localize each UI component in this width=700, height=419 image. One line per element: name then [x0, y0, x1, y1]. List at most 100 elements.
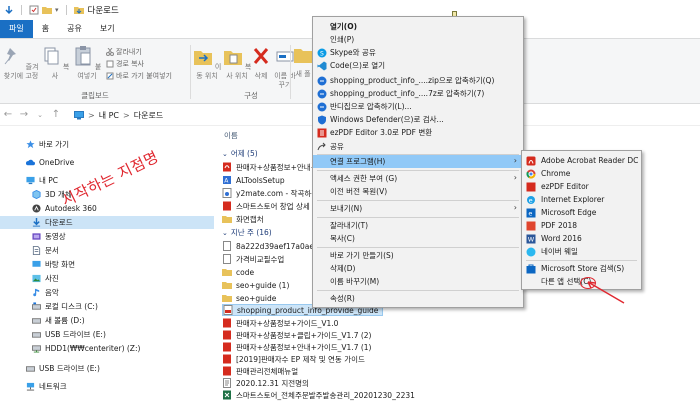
nav-usb-e-root[interactable]: USB 드라이브 (E:) [0, 362, 214, 375]
file-row[interactable]: 2020.12.31 지전명의 [222, 377, 309, 389]
file-row[interactable]: seo+guide [222, 292, 276, 304]
file-row[interactable]: A ALToolsSetup [222, 174, 285, 186]
nav-pictures[interactable]: 사진 [0, 272, 214, 285]
nav-documents[interactable]: 문서 [0, 244, 214, 257]
paste-button[interactable]: 붙여넣기 [72, 45, 102, 81]
submenu-item-edge[interactable]: e Microsoft Edge [522, 206, 641, 219]
file-row[interactable]: [2019]판매자수 EP 제작 및 연동 가이드 [222, 353, 365, 365]
submenu-item-internet-explorer[interactable]: e Internet Explorer [522, 193, 641, 206]
cut-button[interactable]: 잘라내기 [106, 47, 142, 57]
copy-button[interactable]: 복사 [40, 45, 70, 81]
submenu-label: Adobe Acrobat Reader DC [541, 156, 639, 165]
menu-label: Skype와 공유 [330, 48, 376, 57]
file-row[interactable]: 화면캡처 [222, 213, 264, 225]
autodesk-icon [32, 204, 41, 213]
properties-icon[interactable] [29, 5, 39, 15]
nav-desktop[interactable]: 바탕 화면 [0, 258, 214, 271]
submenu-item-naver-whale[interactable]: 네이버 웨일 [522, 245, 641, 258]
nav-autodesk[interactable]: Autodesk 360 [0, 202, 214, 215]
breadcrumb-downloads[interactable]: 다운로드 [134, 110, 163, 121]
back-arrow-icon[interactable]: ← [0, 109, 16, 120]
menu-item-open-with[interactable]: 연결 프로그램(H) › [313, 155, 523, 168]
menu-item-copy[interactable]: 복사(C) [313, 232, 523, 245]
column-header-name[interactable]: 이름 [224, 130, 238, 141]
menu-item-open[interactable]: 열기(O) [313, 20, 523, 33]
qa-dropdown-icon[interactable]: ▾ [55, 6, 59, 14]
file-row[interactable]: code [222, 266, 254, 278]
file-row[interactable]: 판매자+상품정보+안내+... [222, 161, 324, 173]
submenu-item-acrobat[interactable]: Adobe Acrobat Reader DC [522, 154, 641, 167]
chrome-icon [526, 169, 536, 179]
menu-item-restore-versions[interactable]: 이전 버전 복원(V) [313, 185, 523, 198]
annotation-arrow-icon [587, 281, 625, 304]
nav-downloads[interactable]: 다운로드 [0, 216, 214, 229]
nav-volume-d[interactable]: 새 볼륨 (D:) [0, 314, 214, 327]
forward-arrow-icon[interactable]: → [16, 109, 32, 120]
file-row[interactable]: 판매자+상품정보+가이드_V1.0 [222, 317, 338, 329]
menu-item-7z[interactable]: shopping_product_info_....7z로 압축하기(7) [313, 87, 523, 100]
submenu-item-word[interactable]: W Word 2016 [522, 232, 641, 245]
submenu-item-chrome[interactable]: Chrome [522, 167, 641, 180]
menu-item-give-access[interactable]: 액세스 권한 부여 (G) › [313, 172, 523, 185]
menu-item-delete[interactable]: 삭제(D) [313, 262, 523, 275]
menu-item-rename[interactable]: 이름 바꾸기(M) [313, 275, 523, 288]
copy-path-button[interactable]: 경로 복사 [106, 59, 144, 69]
menu-item-defender-scan[interactable]: Windows Defender(으)로 검사... [313, 113, 523, 126]
file-row[interactable]: 스마트스토어 창업 상세 [222, 200, 310, 212]
delete-button[interactable]: 삭제 [250, 45, 272, 81]
menu-item-skype-share[interactable]: S Skype와 공유 [313, 46, 523, 59]
breadcrumb[interactable]: > 내 PC > 다운로드 [74, 108, 324, 122]
new-folder-button[interactable]: 새 폴 [292, 43, 314, 79]
submenu-item-pdf2018[interactable]: PDF 2018 [522, 219, 641, 232]
menu-item-open-with-code[interactable]: Code(으)로 열기 [313, 59, 523, 72]
paste-shortcut-label: 바로 가기 붙여넣기 [116, 72, 172, 80]
menu-item-create-shortcut[interactable]: 바로 가기 만들기(S) [313, 249, 523, 262]
menu-item-print[interactable]: 인쇄(P) [313, 33, 523, 46]
submenu-item-ezpdf-editor[interactable]: ezPDF Editor [522, 180, 641, 193]
folder-icon [222, 295, 232, 302]
tab-file[interactable]: 파일 [0, 20, 33, 38]
menu-divider [317, 290, 519, 291]
file-row[interactable]: 가격비교필수업 [222, 253, 284, 265]
tab-home[interactable]: 홈 [33, 20, 58, 38]
tab-view[interactable]: 보기 [91, 20, 124, 38]
menu-item-cut[interactable]: 잘라내기(T) [313, 219, 523, 232]
menu-label: 보내기(N) [330, 204, 363, 213]
menu-item-share[interactable]: 공유 [313, 140, 523, 153]
pin-button[interactable]: 즐겨찾기에 고정 [2, 45, 40, 81]
menu-item-send-to[interactable]: 보내기(N) › [313, 202, 523, 215]
menu-item-bandizip[interactable]: 반디집으로 압축하기(L)... [313, 100, 523, 113]
recent-dropdown-icon[interactable]: ⌄ [32, 111, 48, 119]
menu-item-zip[interactable]: shopping_product_info_....zip으로 압축하기(Q) [313, 74, 523, 87]
menu-item-ezpdf-convert[interactable]: ezPDF Editor 3.0로 PDF 변환 [313, 126, 523, 139]
folder-icon[interactable] [42, 5, 52, 15]
paste-shortcut-button[interactable]: 바로 가기 붙여넣기 [106, 71, 172, 81]
file-row[interactable]: seo+guide (1) [222, 279, 289, 291]
tab-share[interactable]: 공유 [58, 20, 91, 38]
menu-item-properties[interactable]: 속성(R) [313, 292, 523, 305]
file-row[interactable]: y2mate.com - 작곡하는 [222, 187, 318, 199]
nav-network[interactable]: 네트워크 [0, 380, 214, 393]
file-row[interactable]: 판매관리전체매뉴얼 [222, 365, 298, 377]
ezpdf-icon [317, 128, 327, 137]
down-arrow-icon[interactable] [4, 5, 14, 15]
nav-quick-access[interactable]: 바로 가기 [0, 138, 214, 151]
breadcrumb-this-pc[interactable]: 내 PC [99, 110, 119, 121]
nav-music[interactable]: 음악 [0, 286, 214, 299]
menu-label: 복사(C) [330, 234, 355, 243]
nav-network-drive-z[interactable]: HDD1(₩₩centeriter) (Z:) [0, 342, 214, 355]
nav-local-disk-c[interactable]: 로컬 디스크 (C:) [0, 300, 214, 313]
move-to-button[interactable]: 이동 위치 [192, 45, 222, 81]
group-header-last-week[interactable]: ⌄ 지난 주 (16) [222, 227, 272, 238]
file-row[interactable]: 판매자+상품정보+안내+가이드_V1.7 (1) [222, 341, 371, 353]
file-row[interactable]: 판매자+상품정보+클립+가이드_V1.7 (2) [222, 329, 371, 341]
group-header-yesterday[interactable]: ⌄ 어제 (5) [222, 148, 258, 159]
copy-to-button[interactable]: 복사 위치 [222, 45, 252, 81]
menu-divider [317, 200, 519, 201]
menu-label: 잘라내기(T) [330, 221, 369, 230]
bandizip-icon [317, 89, 327, 98]
nav-usb-e[interactable]: USB 드라이브 (E:) [0, 328, 214, 341]
file-row[interactable]: 스마트스토어_전체주문발주발송관리_20201230_2231 [222, 389, 415, 401]
nav-videos[interactable]: 동영상 [0, 230, 214, 243]
up-arrow-icon[interactable]: ↑ [48, 109, 64, 120]
